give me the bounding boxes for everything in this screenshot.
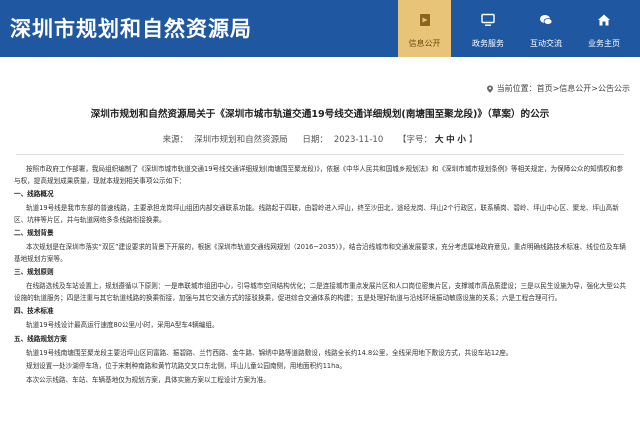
breadcrumb: 当前位置： 首页 > 信息公开 > 公告公示 (486, 83, 630, 94)
section-paragraph: 在线路选线及车站设置上，规划遵循以下原则：一是串联城市组团中心，引导城市空间结构… (14, 282, 627, 302)
section-paragraph: 本次规划是在深圳市落实“双区”建设要求的背景下开展的，根据《深圳市轨道交通线网规… (14, 243, 626, 263)
font-size-bracket: 】 (468, 135, 478, 145)
nav-item-gov-services[interactable]: 政务服务 (459, 0, 517, 57)
font-size-medium-button[interactable]: 中 (446, 135, 455, 145)
breadcrumb-link-notices[interactable]: 公告公示 (598, 83, 630, 94)
nav-item-interaction[interactable]: 互动交流 (517, 0, 575, 57)
info-disclosure-icon (419, 14, 430, 26)
nav-label: 互动交流 (530, 39, 562, 48)
nav-label: 业务主页 (588, 39, 620, 48)
date-info: 日期： 2023-11-10 (299, 135, 386, 145)
monitor-icon (481, 13, 495, 26)
font-size-large-button[interactable]: 大 (435, 135, 444, 145)
date-label: 日期： (302, 135, 328, 145)
font-size-small-button[interactable]: 小 (457, 135, 466, 145)
section-paragraph: 轨道19号线南塘围至聚龙段主要沿坪山区同富路、振碧路、兰竹西路、金牛路、锦绣中路… (26, 348, 513, 357)
section-paragraph: 轨道19号线是我市东部的普速线路，主要承担龙岗坪山组团内部交通联系功能。线路起于… (14, 204, 619, 224)
chat-icon (540, 15, 553, 25)
breadcrumb-prefix: 当前位置： (496, 84, 537, 93)
article-title: 深圳市规划和自然资源局关于《深圳市城市轨道交通19号线交通详细规划(南塘围至聚龙… (90, 109, 550, 120)
breadcrumb-link-home[interactable]: 首页 (537, 83, 553, 94)
font-size-label: 【字号： (397, 135, 432, 145)
section-paragraph: 轨道19号线设计最高运行速度80公里/小时，采用A型车4辆编组。 (26, 321, 219, 329)
nav-label: 信息公开 (408, 39, 441, 48)
intro-paragraph: 按照市政府工作部署，我局组织编制了《深圳市城市轨道交通19号线交通详细规划(南塘… (14, 165, 624, 185)
breadcrumb-separator: > (591, 84, 598, 93)
nav-label: 政务服务 (472, 39, 504, 48)
section-heading: 四、技术标准 (14, 307, 54, 315)
source-info: 来源： 深圳市规划和自然资源局 (160, 135, 291, 145)
nav-item-info-disclosure[interactable]: 信息公开 (398, 0, 451, 57)
main-nav: 信息公开 政务服务 互动交流 业务主页 (398, 0, 633, 57)
divider (16, 154, 624, 155)
section-heading: 一、线路概况 (14, 190, 54, 198)
section-heading: 三、规划原则 (14, 268, 54, 276)
article-body: 按照市政府工作部署，我局组织编制了《深圳市城市轨道交通19号线交通详细规划(南塘… (14, 164, 628, 388)
breadcrumb-link-info[interactable]: 信息公开 (559, 83, 591, 94)
section-paragraph: 规划设置一处沙湖停车场，位于宋荆种南路和黄竹坑路交叉口东北侧，坪山儿童公园南侧，… (26, 362, 346, 370)
source-label: 来源： (162, 135, 189, 145)
section-heading: 五、线路规划方案 (14, 334, 67, 343)
location-pin-icon (486, 85, 493, 93)
date-value: 2023-11-10 (333, 135, 384, 145)
home-icon (598, 14, 610, 26)
breadcrumb-separator: > (552, 84, 560, 93)
font-size-control: 【字号：大 中 小】 (395, 135, 480, 145)
site-title[interactable]: 深圳市规划和自然资源局 (10, 13, 252, 43)
section-paragraph: 本次公示线路、车站、车辆基地仅为规划方案，具体实施方案以工程设计方案为准。 (26, 375, 270, 384)
source-value: 深圳市规划和自然资源局 (194, 135, 288, 145)
section-heading: 二、规划背景 (14, 229, 54, 237)
site-header: 深圳市规划和自然资源局 信息公开 政务服务 互动交流 业务主页 (0, 0, 640, 57)
article-meta: 来源： 深圳市规划和自然资源局 日期： 2023-11-10 【字号：大 中 小】 (0, 133, 640, 145)
nav-item-business-home[interactable]: 业务主页 (575, 0, 633, 57)
